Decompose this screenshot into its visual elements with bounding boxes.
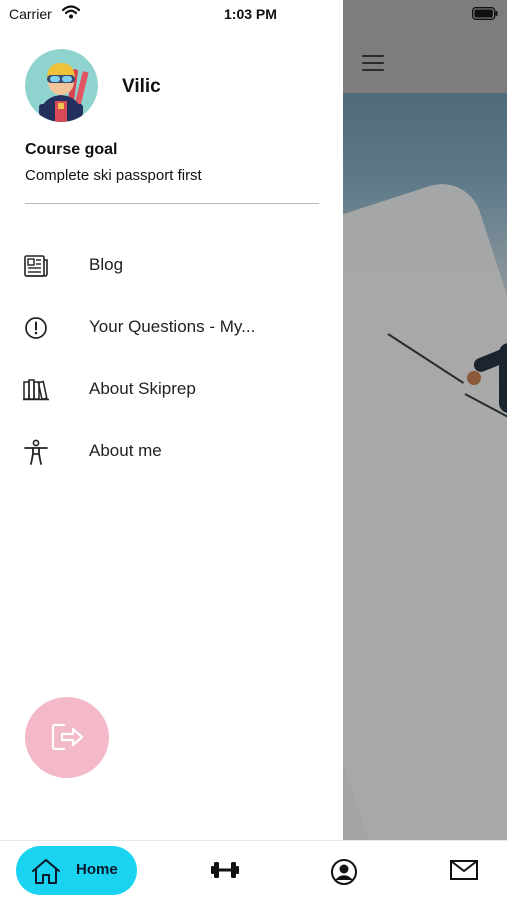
menu-item-label: Your Questions - My... xyxy=(89,317,256,336)
tab-messages[interactable] xyxy=(441,846,485,895)
divider xyxy=(25,203,319,204)
exclamation-circle-icon xyxy=(25,317,47,339)
menu-item-your-questions[interactable]: Your Questions - My... xyxy=(0,301,343,353)
newspaper-icon xyxy=(24,255,48,277)
wifi-icon xyxy=(62,5,80,19)
person-icon xyxy=(24,439,48,465)
side-drawer: Vilic Course goal Complete ski passport … xyxy=(0,0,343,840)
tab-bar: Home xyxy=(0,840,507,900)
tab-home[interactable]: Home xyxy=(16,846,137,895)
carrier-label: Carrier xyxy=(9,6,52,22)
skier-avatar xyxy=(25,49,98,122)
avatar[interactable] xyxy=(25,49,98,122)
tab-profile[interactable] xyxy=(322,846,366,895)
tab-workout[interactable] xyxy=(202,846,246,895)
battery-icon xyxy=(472,7,498,20)
drawer-overlay[interactable] xyxy=(343,0,507,840)
tab-home-label: Home xyxy=(76,861,118,878)
logout-button[interactable] xyxy=(25,697,109,778)
logout-icon xyxy=(51,723,84,751)
course-goal-title: Course goal xyxy=(25,141,118,158)
menu-item-label: About me xyxy=(89,441,162,460)
dumbbell-icon xyxy=(211,862,239,878)
status-bar: Carrier 1:03 PM xyxy=(0,0,507,30)
books-icon xyxy=(23,379,49,401)
menu-item-about-skiprep[interactable]: About Skiprep xyxy=(0,363,343,415)
menu-item-about-me[interactable]: About me xyxy=(0,425,343,477)
mail-icon xyxy=(450,860,478,880)
menu-item-blog[interactable]: Blog xyxy=(0,239,343,291)
home-icon xyxy=(32,859,60,884)
menu-item-label: Blog xyxy=(89,255,124,274)
profile-name: Vilic xyxy=(122,76,161,97)
status-time: 1:03 PM xyxy=(224,6,277,22)
course-goal-text: Complete ski passport first xyxy=(25,167,202,184)
menu-item-label: About Skiprep xyxy=(89,379,196,398)
user-circle-icon xyxy=(331,859,357,885)
